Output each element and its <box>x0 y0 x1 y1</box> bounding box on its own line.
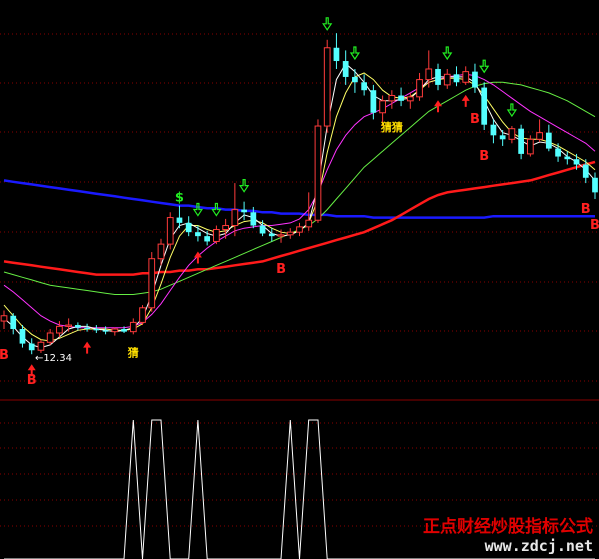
buy-arrow-icon <box>461 94 470 107</box>
candle-body-down <box>555 148 561 157</box>
candle-body-up <box>111 328 119 333</box>
candle-body-up <box>508 128 516 140</box>
candle-body-down <box>241 209 247 213</box>
candle-body-up <box>416 79 423 98</box>
buy-arrow-icon <box>434 100 443 113</box>
candle-body-down <box>121 329 127 332</box>
candle-body-down <box>19 329 26 344</box>
watermark: 正点财经炒股指标公式 www.zdcj.net <box>423 517 593 555</box>
candle-body-down <box>545 132 552 149</box>
candle-body-down <box>435 68 441 85</box>
candle-body-down <box>499 135 506 140</box>
ma-line-0 <box>3 179 595 219</box>
sell-arrow-icon <box>238 179 250 193</box>
candle-body-down <box>250 212 257 226</box>
candle-body-down <box>259 225 266 234</box>
buy-label: B <box>470 112 480 127</box>
candle-body-up <box>425 68 433 81</box>
candle-body-down <box>352 76 358 83</box>
watermark-title: 正点财经炒股指标公式 <box>423 517 593 537</box>
candle-body-up <box>139 307 146 323</box>
candle-body-down <box>75 325 81 328</box>
candle-body-down <box>398 95 404 101</box>
candle-body-up <box>46 332 54 343</box>
candle-body-down <box>481 87 488 125</box>
candle-body-up <box>305 219 313 228</box>
candle-body-up <box>231 209 239 227</box>
candle-body-down <box>185 222 192 233</box>
buy-label: B <box>0 348 9 363</box>
ma-line-3 <box>3 73 596 329</box>
candle-body-up <box>37 341 45 351</box>
candle-body-down <box>28 343 35 351</box>
candle-body-down <box>361 82 368 91</box>
buy-label: B <box>590 218 599 233</box>
candle-body-down <box>342 61 349 77</box>
candle-body-up <box>222 225 229 231</box>
stock-chart: B B B B B B B 猜猜猜 $ ←12.34 正点财经炒股指标公式 www.zdcj.ne… <box>0 0 599 559</box>
candle-body-up <box>462 71 470 83</box>
ma-line-5 <box>3 62 596 349</box>
candle-body-up <box>148 258 156 309</box>
guess-label: 猜 <box>127 345 139 359</box>
candle-body-down <box>564 156 571 160</box>
candle-body-down <box>176 217 183 223</box>
ma-line-4 <box>3 72 596 342</box>
candle-body-up <box>56 325 63 334</box>
candle-body-down <box>490 124 497 136</box>
candle-body-down <box>333 47 340 62</box>
sell-arrow-icon <box>479 59 490 74</box>
candle-body-down <box>195 232 201 237</box>
candle-body-up <box>323 47 331 127</box>
buy-label: B <box>27 373 37 388</box>
candle-body-down <box>268 233 275 237</box>
sell-arrow-icon <box>442 46 453 61</box>
candle-body-up <box>379 100 386 114</box>
candle-body-up <box>314 125 322 221</box>
candle-body-down <box>93 329 100 331</box>
buy-label: B <box>276 262 286 277</box>
candle-body-up <box>277 234 285 237</box>
candle-body-down <box>102 330 109 332</box>
candle-body-down <box>370 90 377 113</box>
ma-line-2 <box>3 81 596 295</box>
candle-body-up <box>526 138 534 155</box>
guess-label: 猜猜 <box>380 120 403 134</box>
watermark-url: www.zdcj.net <box>484 537 593 555</box>
candle-body-up <box>536 132 543 140</box>
candle-body-down <box>453 74 460 83</box>
candle-body-up <box>157 243 165 260</box>
sell-arrow-icon <box>506 103 518 118</box>
candle-body-down <box>84 327 90 330</box>
candle-body-up <box>65 324 73 327</box>
candle-body-up <box>166 217 174 245</box>
buy-arrow-icon <box>83 341 92 354</box>
candle-body-down <box>10 315 17 330</box>
buy-label: B <box>479 149 489 164</box>
candle-body-up <box>286 231 294 236</box>
candle-body-down <box>204 236 211 242</box>
low-price-label: ←12.34 <box>35 353 72 364</box>
sell-arrow-icon <box>322 17 333 31</box>
candle-body-down <box>472 71 478 88</box>
candle-body-up <box>213 229 220 242</box>
candle-body-up <box>129 321 137 333</box>
candle-body-up <box>443 73 451 86</box>
candle-body-up <box>388 95 396 102</box>
buy-label: B <box>581 202 591 217</box>
candle-body-up <box>406 96 414 102</box>
candle-body-down <box>592 177 598 193</box>
candle-body-down <box>518 128 524 154</box>
candle-body-up <box>0 315 8 322</box>
chart-canvas: BBBBBBB猜猜猜$←12.34 <box>0 17 599 559</box>
candle-body-down <box>573 159 580 165</box>
candle-body-down <box>582 164 589 178</box>
candle-body-up <box>296 226 303 233</box>
sell-arrow-icon <box>349 46 361 61</box>
dollar-label: $ <box>175 191 184 206</box>
